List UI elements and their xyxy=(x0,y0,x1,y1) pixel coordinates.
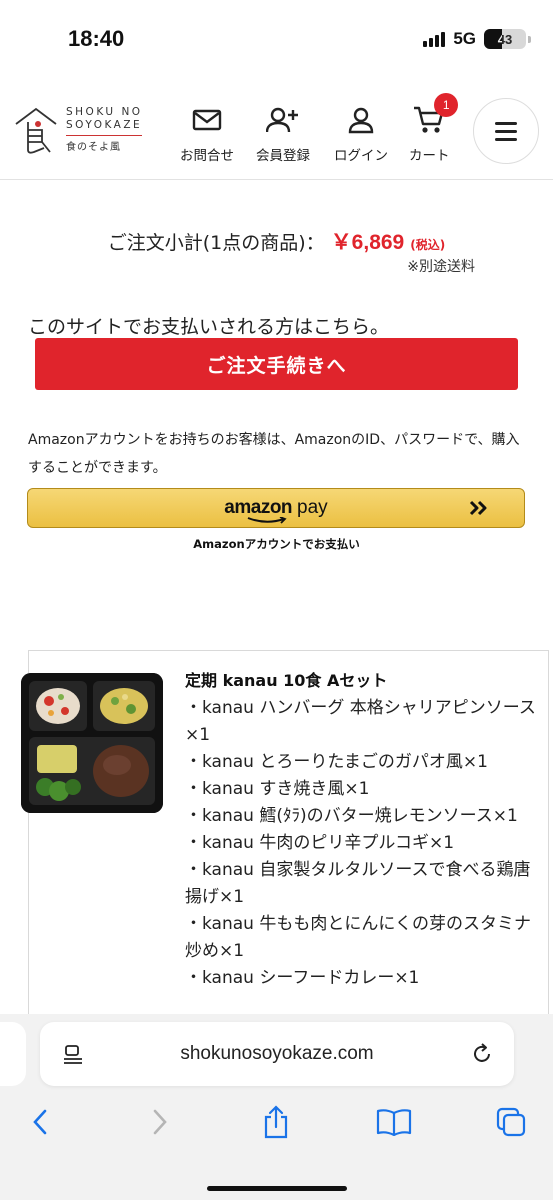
subtotal-row: ご注文小計(1点の商品)： ￥6,869 (税込) xyxy=(108,226,445,256)
status-bar: 18:40 5G 43 xyxy=(0,0,553,84)
nav-login-label: ログイン xyxy=(334,148,388,164)
site-logo[interactable]: SHOKU NO SOYOKAZE 食のそよ風 xyxy=(12,106,143,158)
logo-en-line2: SOYOKAZE xyxy=(66,119,143,131)
nav-register-label: 会員登録 xyxy=(256,148,310,164)
battery-cap xyxy=(528,35,531,43)
hamburger-line xyxy=(495,129,517,133)
network-label: 5G xyxy=(453,29,476,48)
payment-intro: このサイトでお支払いされる方はこちら。 xyxy=(28,316,390,338)
nav-contact[interactable]: お問合せ xyxy=(180,104,234,164)
status-indicators: 5G 43 xyxy=(423,29,531,49)
logo-divider xyxy=(66,135,142,136)
site-header: SHOKU NO SOYOKAZE 食のそよ風 お問合せ 会員登録 ログイン 1… xyxy=(0,84,553,180)
forward-button[interactable] xyxy=(140,1102,180,1142)
share-icon xyxy=(264,1105,288,1139)
product-item: ・kanau 自家製タルタルソースで食べる鶏唐揚げ×1 xyxy=(185,860,531,907)
hamburger-icon xyxy=(495,121,517,125)
product-item: ・kanau 牛もも肉とにんにくの芽のスタミナ炒め×1 xyxy=(185,914,531,961)
bento-image xyxy=(21,673,163,813)
checkout-button[interactable]: ご注文手続きへ xyxy=(35,338,518,390)
reload-icon[interactable] xyxy=(470,1042,494,1066)
subtotal-label: ご注文小計(1点の商品)： xyxy=(107,232,325,254)
product-item: ・kanau とろーりたまごのガパオ風×1 xyxy=(185,752,488,772)
chevron-right-icon xyxy=(153,1109,167,1135)
previous-tab-stub[interactable] xyxy=(0,1022,26,1086)
back-button[interactable] xyxy=(20,1102,60,1142)
amazon-pay-button[interactable]: amazon pay xyxy=(27,488,525,528)
tax-label: (税込) xyxy=(410,238,446,252)
product-item: ・kanau すき焼き風×1 xyxy=(185,779,370,799)
user-icon xyxy=(344,104,378,136)
nav-cart[interactable]: 1 カート xyxy=(409,93,459,164)
url-text: shokunosoyokaze.com xyxy=(180,1043,374,1064)
product-item-list: ・kanau ハンバーグ 本格シャリアピンソース×1 ・kanau とろーりたま… xyxy=(185,695,545,992)
mail-icon xyxy=(190,104,224,136)
amazon-pay-caption: Amazonアカウントでお支払い xyxy=(193,537,360,551)
browser-toolbar xyxy=(0,1102,553,1146)
hamburger-line xyxy=(495,137,517,141)
logo-text: SHOKU NO SOYOKAZE 食のそよ風 xyxy=(66,106,143,153)
cart-count-badge: 1 xyxy=(434,93,459,117)
logo-jp: 食のそよ風 xyxy=(66,142,121,153)
share-button[interactable] xyxy=(256,1102,296,1142)
nav-register[interactable]: 会員登録 xyxy=(256,104,310,164)
order-subtotal: ご注文小計(1点の商品)： ￥6,869 (税込) xyxy=(0,226,553,256)
amazon-brand-text: amazon xyxy=(224,497,293,518)
cart-product-card: 定期 kanau 10食 Aセット ・kanau ハンバーグ 本格シャリアピンソ… xyxy=(21,650,549,1030)
nav-login[interactable]: ログイン xyxy=(334,104,388,164)
amazon-pay-note: Amazonアカウントをお持ちのお客様は、AmazonのID、パスワードで、購入… xyxy=(28,432,520,476)
tabs-icon xyxy=(496,1107,526,1137)
add-user-icon xyxy=(266,104,300,136)
book-icon xyxy=(376,1109,412,1136)
tabs-button[interactable] xyxy=(491,1102,531,1142)
amazon-smile-icon xyxy=(247,517,287,524)
hamburger-menu-button[interactable] xyxy=(473,98,539,164)
battery-percent: 43 xyxy=(497,31,513,47)
browser-bottom-bar: shokunosoyokaze.com xyxy=(0,1014,553,1200)
status-time: 18:40 xyxy=(68,26,125,51)
amazon-pay-text: pay xyxy=(297,497,328,518)
product-item: ・kanau ハンバーグ 本格シャリアピンソース×1 xyxy=(185,698,536,745)
chevron-left-icon xyxy=(33,1109,47,1135)
shipping-note: ※別途送料 xyxy=(407,259,475,275)
product-name[interactable]: 定期 kanau 10食 Aセット xyxy=(185,667,387,691)
logo-mark-icon xyxy=(15,107,57,154)
product-item: ・kanau 鱈(ﾀﾗ)のバター焼レモンソース×1 xyxy=(185,806,518,826)
home-indicator xyxy=(207,1186,347,1191)
subtotal-price: ￥6,869 xyxy=(330,231,405,254)
logo-en-line1: SHOKU NO xyxy=(66,106,143,118)
page-menu-icon[interactable] xyxy=(62,1044,84,1066)
nav-cart-label: カート xyxy=(409,148,450,164)
address-bar[interactable]: shokunosoyokaze.com xyxy=(40,1022,514,1086)
double-chevron-right-icon xyxy=(469,500,487,516)
cart-icon: 1 xyxy=(412,93,459,136)
battery-icon: 43 xyxy=(484,29,526,49)
signal-icon xyxy=(423,31,446,47)
product-item: ・kanau 牛肉のピリ辛プルコギ×1 xyxy=(185,833,455,853)
amazon-pay-logo: amazon pay xyxy=(224,497,327,519)
product-image[interactable] xyxy=(21,673,163,813)
bookmarks-button[interactable] xyxy=(374,1102,414,1142)
product-item: ・kanau シーフードカレー×1 xyxy=(185,968,420,988)
nav-contact-label: お問合せ xyxy=(180,148,234,164)
